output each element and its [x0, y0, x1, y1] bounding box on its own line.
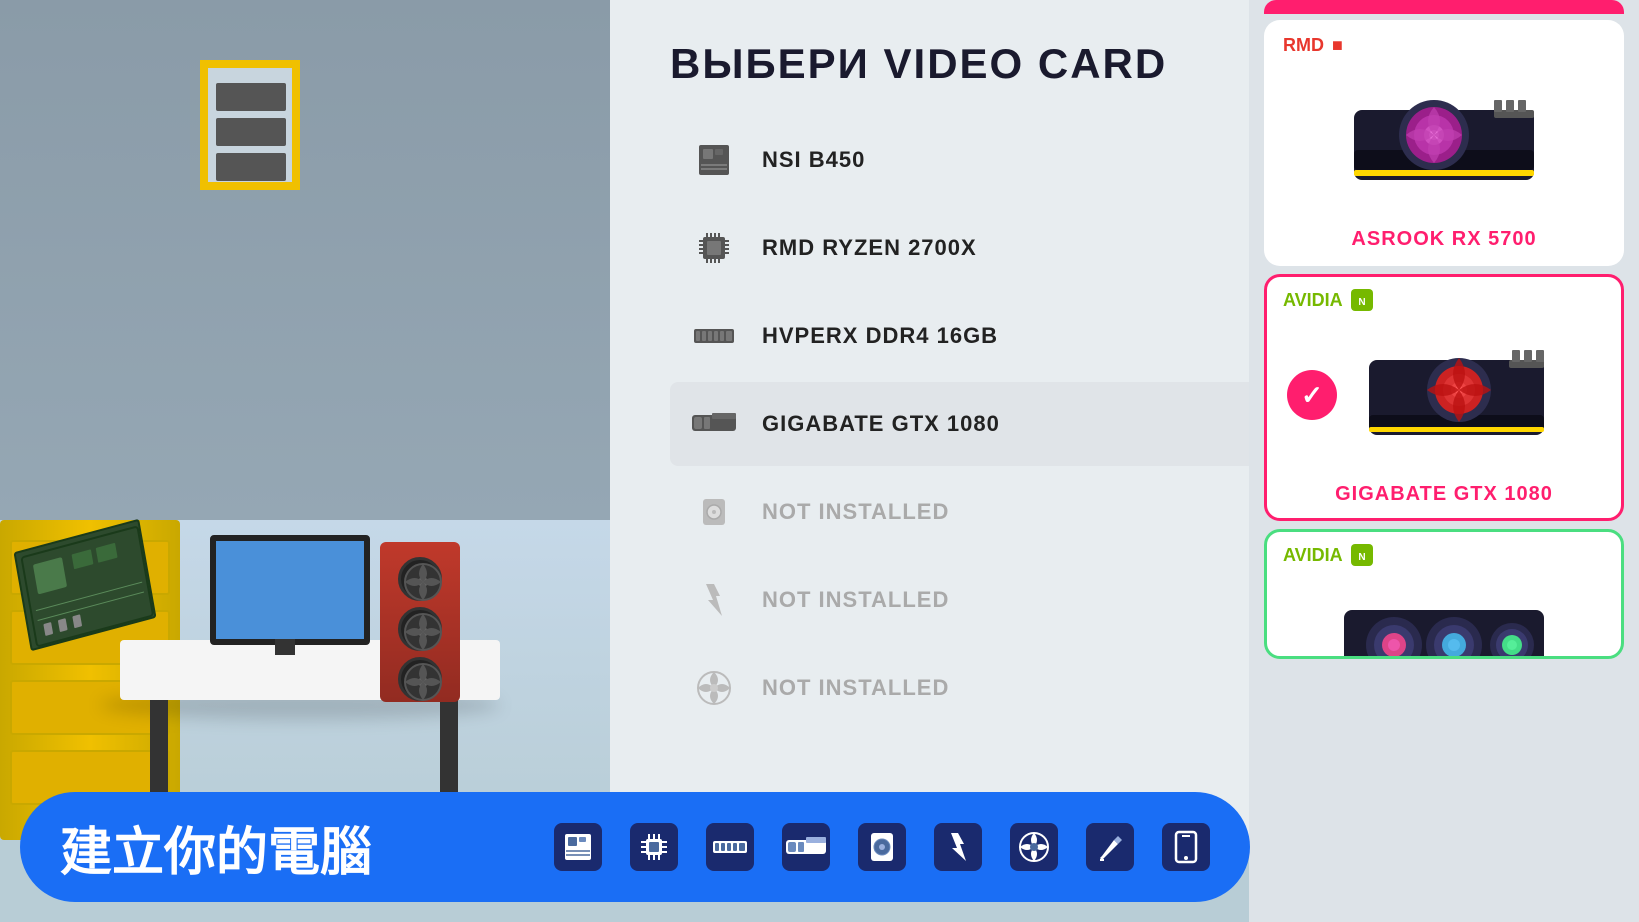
- bottom-cpu-icon[interactable]: [630, 823, 678, 871]
- cooler-icon: [690, 664, 738, 712]
- brand-nvidia-label: AVIDIA: [1283, 290, 1343, 311]
- selected-checkmark: ✓: [1287, 370, 1337, 420]
- bottom-bar-title: 建立你的電腦: [60, 810, 372, 885]
- svg-text:N: N: [1358, 552, 1365, 563]
- bottom-ram-icon[interactable]: [706, 823, 754, 871]
- bottom-gpu-slot-icon[interactable]: [782, 823, 830, 871]
- storage-icon: [690, 488, 738, 536]
- bottom-storage-icon[interactable]: [858, 823, 906, 871]
- monitor-prop: [210, 535, 370, 645]
- pc-case-prop: [380, 542, 460, 702]
- card-gigabate-header: AVIDIA N: [1267, 277, 1621, 315]
- brand-third-label: AVIDIA: [1283, 545, 1343, 566]
- bottom-bar: 建立你的電腦: [20, 792, 1250, 902]
- ram-icon: [690, 312, 738, 360]
- bottom-edit-icon[interactable]: [1086, 823, 1134, 871]
- brand-amd-label: RMD: [1283, 35, 1324, 56]
- card-asrook-header: RMD ■: [1267, 23, 1621, 60]
- card-third-header: AVIDIA N: [1267, 532, 1621, 570]
- bottom-cooler-icon[interactable]: [1010, 823, 1058, 871]
- cpu-icon: [690, 224, 738, 272]
- monitor-stand: [275, 639, 295, 655]
- card-third-image: [1267, 570, 1621, 659]
- bottom-icon-bar: [554, 823, 1210, 871]
- psu-icon: [690, 576, 738, 624]
- card-third[interactable]: AVIDIA N: [1264, 529, 1624, 659]
- card-asrook[interactable]: RMD ■: [1264, 20, 1624, 266]
- gpu-icon: [690, 400, 738, 448]
- room-wall: [0, 0, 620, 560]
- motherboard-icon: [690, 136, 738, 184]
- svg-text:N: N: [1358, 297, 1365, 308]
- right-panel: RMD ■: [1249, 0, 1639, 922]
- card-gigabate-image: ✓: [1267, 315, 1621, 475]
- bottom-mb-icon[interactable]: [554, 823, 602, 871]
- bottom-case-icon[interactable]: [1162, 823, 1210, 871]
- bottom-psu-icon[interactable]: [934, 823, 982, 871]
- card-gigabate[interactable]: AVIDIA N ✓: [1264, 274, 1624, 521]
- wall-decoration: [200, 60, 300, 190]
- card-asrook-name: ASROOK RX 5700: [1267, 220, 1621, 263]
- card-asrook-image: [1267, 60, 1621, 220]
- card-gigabate-name: GIGABATE GTX 1080: [1267, 475, 1621, 518]
- game-scene: [0, 0, 620, 840]
